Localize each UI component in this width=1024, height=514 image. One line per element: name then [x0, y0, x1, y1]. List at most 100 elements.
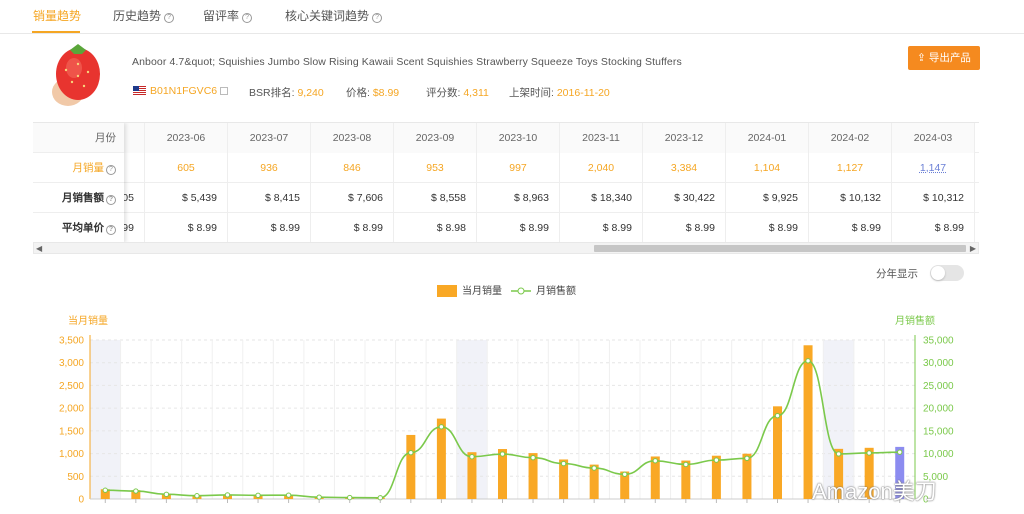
revenue-point: [316, 494, 322, 500]
tab-history-trend[interactable]: 历史趋势?: [113, 7, 175, 24]
export-product-button[interactable]: ⇪ 导出产品: [908, 46, 980, 70]
table-cell: 2024-02: [809, 123, 892, 153]
help-icon[interactable]: ?: [164, 13, 175, 23]
help-icon[interactable]: ?: [242, 13, 253, 23]
table-cell[interactable]: 997: [477, 153, 560, 183]
table-cell: $ 8.99: [477, 213, 560, 242]
revenue-point: [285, 492, 292, 498]
legend-line-marker: [517, 287, 525, 295]
listing-date: 上架时间: 2016-11-20: [509, 85, 610, 100]
row-label-text: 月份: [95, 132, 116, 144]
table-cell: 2023-07: [228, 123, 311, 153]
revenue-point: [530, 454, 536, 461]
revenue-point: [133, 488, 139, 494]
row-label-text: 月销量: [72, 162, 105, 174]
watermark: Amazon美刀: [812, 479, 937, 504]
table-fixed-column: 月份 月销量? 月销售额? 平均单价?: [33, 123, 124, 242]
scrollbar-thumb[interactable]: [594, 245, 966, 252]
table-cell: 2023-09: [394, 123, 477, 153]
table-cell[interactable]: 846: [311, 153, 394, 183]
table-header-row: 2023-052023-062023-072023-082023-092023-…: [33, 123, 979, 153]
revenue-point: [774, 412, 781, 419]
revenue-point: [683, 461, 689, 468]
table-cell: $ 18,340: [560, 183, 643, 213]
table-cell: $ 5,439: [145, 183, 228, 213]
revenue-point: [102, 487, 108, 493]
active-tab-indicator: [32, 31, 80, 33]
table-cell: $ 8,415: [228, 183, 311, 213]
table-cell: $ 8.99: [809, 213, 892, 242]
table-cell[interactable]: 605: [145, 153, 228, 183]
tab-sales-trend[interactable]: 销量趋势: [33, 7, 81, 24]
reviews-label: 评分数:: [426, 87, 461, 99]
tab-label: 留评率: [203, 9, 240, 23]
scroll-right-icon[interactable]: ▶: [970, 244, 976, 253]
tab-keyword-trend[interactable]: 核心关键词趋势?: [285, 7, 383, 24]
period-shade: [90, 340, 121, 499]
listed-label: 上架时间:: [509, 87, 554, 99]
price-value: $8.99: [372, 87, 400, 99]
sales-bar: [436, 418, 446, 499]
revenue-point: [560, 460, 567, 467]
revenue-point: [163, 491, 170, 498]
y-right-tick-label: 15,000: [923, 426, 954, 437]
y-left-tick-label: 3,500: [59, 336, 84, 347]
table-cell: 2023-06: [145, 123, 228, 153]
help-icon[interactable]: ?: [106, 195, 116, 205]
table-row-sales: 7576059368469539972,0403,3841,1041,1271,…: [33, 153, 979, 183]
legend-line-label: 月销售额: [536, 284, 576, 297]
tab-review-rate[interactable]: 留评率?: [203, 7, 253, 24]
table-cell[interactable]: 936: [228, 153, 311, 183]
external-link-icon[interactable]: [220, 87, 228, 95]
table-cell: $ 8.99: [228, 213, 311, 242]
revenue-point: [591, 465, 597, 471]
table-cell[interactable]: 2,040: [560, 153, 643, 183]
tab-label: 核心关键词趋势: [285, 9, 370, 23]
table-cell: $ 8.99: [311, 213, 394, 242]
row-label-revenue: 月销售额?: [33, 183, 124, 213]
table-row-revenue: $ 6,805$ 5,439$ 8,415$ 7,606$ 8,558$ 8,9…: [33, 183, 979, 213]
table-cell: $ 10,312: [892, 183, 975, 213]
y-right-axis-title: 月销售额: [895, 314, 935, 327]
tab-label: 历史趋势: [113, 9, 162, 23]
y-left-tick-label: 3,000: [59, 358, 84, 369]
legend-bar-swatch: [437, 285, 457, 297]
help-icon[interactable]: ?: [106, 165, 116, 175]
help-icon[interactable]: ?: [372, 13, 383, 23]
monthly-sales-table: 2023-052023-062023-072023-082023-092023-…: [33, 122, 979, 242]
revenue-point: [469, 454, 475, 460]
listed-value: 2016-11-20: [556, 87, 610, 99]
revenue-point: [194, 493, 200, 499]
revenue-point: [438, 424, 445, 430]
bsr-rank: BSR排名: 9,240: [249, 85, 324, 100]
help-icon[interactable]: ?: [106, 225, 116, 235]
row-label-month: 月份: [33, 123, 124, 153]
revenue-point: [652, 458, 658, 464]
table-row-avg-price: $ 8.99$ 8.99$ 8.99$ 8.99$ 8.98$ 8.99$ 8.…: [33, 213, 979, 242]
revenue-point: [224, 492, 231, 498]
table-cell[interactable]: 953: [394, 153, 477, 183]
table-cell: $ 8.99: [643, 213, 726, 242]
table-cell: 2023-11: [560, 123, 643, 153]
product-image[interactable]: [48, 42, 110, 110]
review-count: 评分数: 4,311: [426, 85, 489, 100]
table-cell: 2023-12: [643, 123, 726, 153]
table-cell[interactable]: 1,104: [726, 153, 809, 183]
table-cell[interactable]: 1,147: [892, 153, 975, 183]
table-horizontal-scrollbar[interactable]: ◀ ▶: [33, 242, 979, 254]
table-cell[interactable]: 1,127: [809, 153, 892, 183]
table-cell: $ 10,132: [809, 183, 892, 213]
product-title[interactable]: Anboor 4.7&quot; Squishies Jumbo Slow Ri…: [132, 56, 682, 68]
revenue-point: [408, 449, 414, 456]
revenue-point: [713, 457, 720, 463]
table-cell: 2023-10: [477, 123, 560, 153]
asin-link[interactable]: B01N1FGVC6: [150, 85, 217, 97]
y-left-tick-label: 500: [67, 472, 84, 483]
revenue-point: [866, 450, 872, 456]
tab-bar: 销量趋势 历史趋势? 留评率? 核心关键词趋势?: [0, 0, 1024, 34]
us-flag-icon: [133, 86, 146, 95]
row-label-avg-price: 平均单价?: [33, 213, 124, 242]
scroll-left-icon[interactable]: ◀: [36, 244, 42, 253]
table-cell[interactable]: 3,384: [643, 153, 726, 183]
table-cell: $ 9,925: [726, 183, 809, 213]
